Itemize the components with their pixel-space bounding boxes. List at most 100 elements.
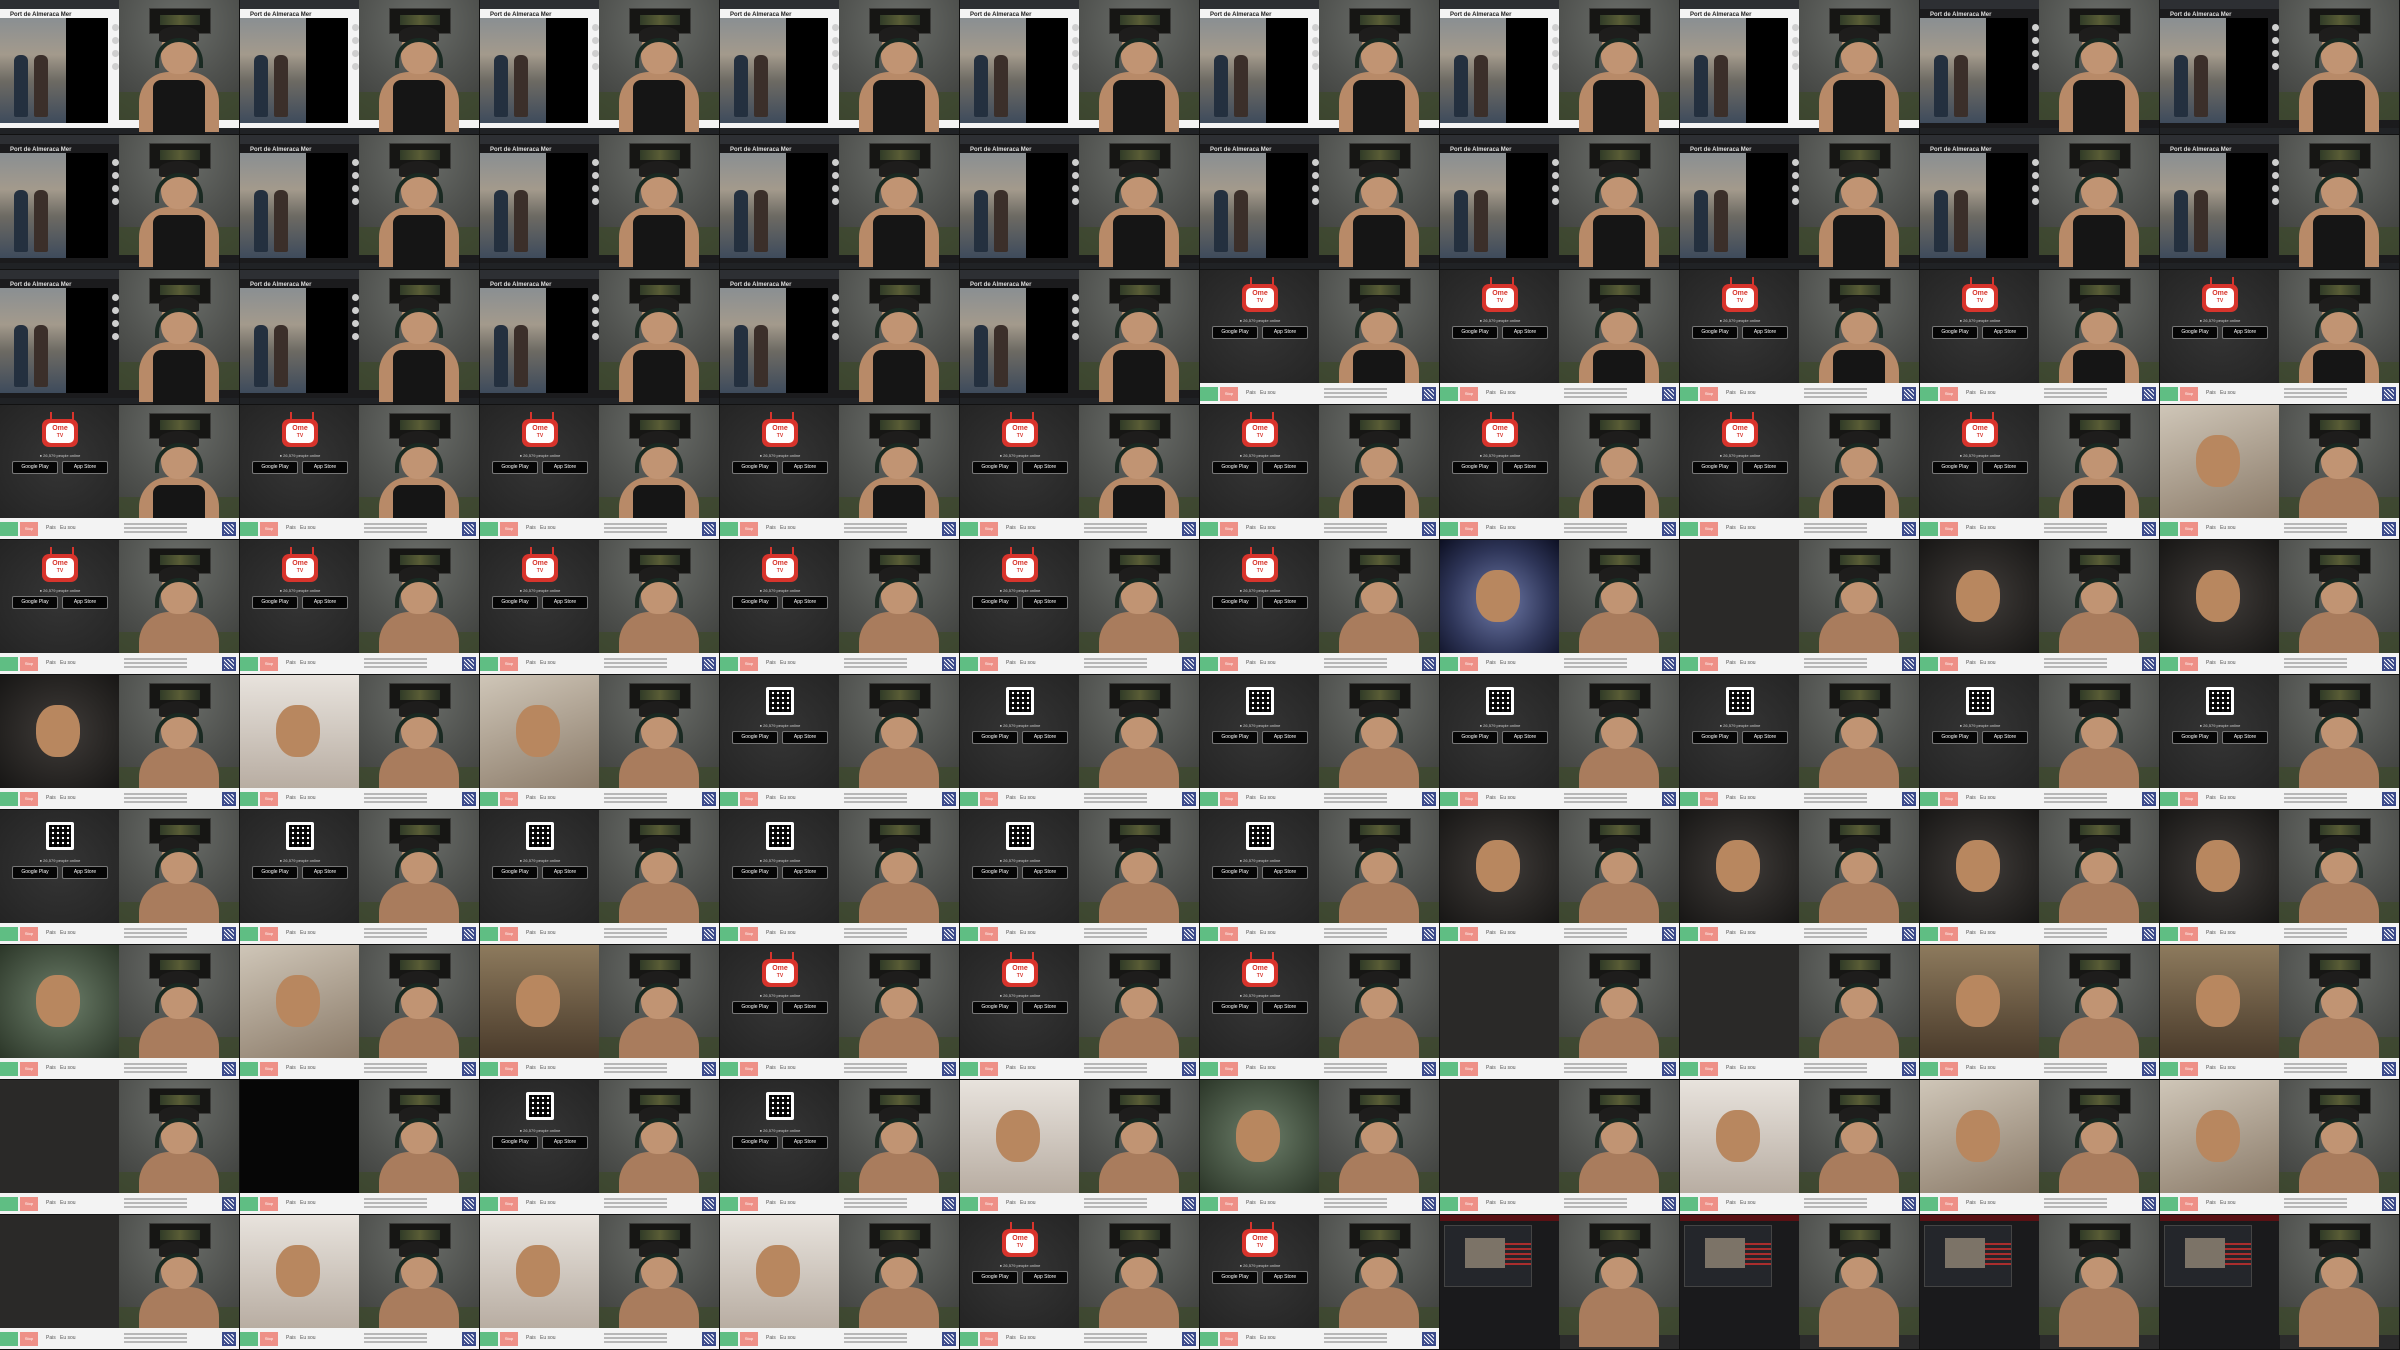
gender-select[interactable]: Eu sou	[1500, 930, 1516, 936]
stop-button[interactable]: Stop	[740, 792, 758, 806]
country-select[interactable]: Pais	[46, 1065, 56, 1071]
gender-select[interactable]: Eu sou	[1500, 660, 1516, 666]
gender-select[interactable]: Eu sou	[300, 1200, 316, 1206]
gender-select[interactable]: Eu sou	[2220, 1200, 2236, 1206]
gender-select[interactable]: Eu sou	[1500, 1200, 1516, 1206]
gender-select[interactable]: Eu sou	[60, 795, 76, 801]
start-button[interactable]	[720, 522, 738, 536]
app-store-badge[interactable]: App Store	[542, 1136, 588, 1149]
comment-icon[interactable]	[832, 172, 839, 179]
share-icon[interactable]	[1552, 50, 1559, 57]
gender-select[interactable]: Eu sou	[540, 1200, 556, 1206]
gender-select[interactable]: Eu sou	[2220, 390, 2236, 396]
start-button[interactable]	[1920, 657, 1938, 671]
like-icon[interactable]	[2032, 24, 2039, 31]
country-select[interactable]: Pais	[1726, 795, 1736, 801]
video-player[interactable]	[0, 288, 108, 393]
like-icon[interactable]	[592, 24, 599, 31]
start-button[interactable]	[240, 1197, 258, 1211]
stop-button[interactable]: Stop	[1220, 1332, 1238, 1346]
share-icon[interactable]	[352, 185, 359, 192]
video-player[interactable]	[1920, 153, 2028, 258]
share-icon[interactable]	[1072, 185, 1079, 192]
like-icon[interactable]	[832, 294, 839, 301]
app-store-badge[interactable]: App Store	[62, 461, 108, 474]
comment-icon[interactable]	[2032, 172, 2039, 179]
bookmark-icon[interactable]	[1792, 63, 1799, 70]
share-icon[interactable]	[2272, 185, 2279, 192]
gender-select[interactable]: Eu sou	[1020, 930, 1036, 936]
stop-button[interactable]: Stop	[1940, 387, 1958, 401]
video-player[interactable]	[720, 288, 828, 393]
comment-icon[interactable]	[2032, 37, 2039, 44]
gender-select[interactable]: Eu sou	[540, 795, 556, 801]
start-button[interactable]	[1920, 792, 1938, 806]
video-player[interactable]	[1440, 153, 1548, 258]
stop-button[interactable]: Stop	[1220, 387, 1238, 401]
gender-select[interactable]: Eu sou	[540, 1065, 556, 1071]
stop-button[interactable]: Stop	[260, 927, 278, 941]
share-icon[interactable]	[112, 50, 119, 57]
start-button[interactable]	[240, 657, 258, 671]
stop-button[interactable]: Stop	[980, 1197, 998, 1211]
start-button[interactable]	[240, 1062, 258, 1076]
like-icon[interactable]	[112, 24, 119, 31]
app-store-badge[interactable]: App Store	[1262, 1271, 1308, 1284]
start-button[interactable]	[1680, 522, 1698, 536]
app-store-badge[interactable]: App Store	[1262, 866, 1308, 879]
comment-icon[interactable]	[592, 172, 599, 179]
country-select[interactable]: Pais	[1486, 660, 1496, 666]
share-icon[interactable]	[112, 320, 119, 327]
google-play-badge[interactable]: Google Play	[732, 731, 778, 744]
bookmark-icon[interactable]	[2272, 63, 2279, 70]
share-icon[interactable]	[1072, 50, 1079, 57]
country-select[interactable]: Pais	[2206, 1200, 2216, 1206]
stop-button[interactable]: Stop	[1700, 927, 1718, 941]
country-select[interactable]: Pais	[1246, 1335, 1256, 1341]
share-icon[interactable]	[832, 50, 839, 57]
gender-select[interactable]: Eu sou	[1740, 660, 1756, 666]
gender-select[interactable]: Eu sou	[60, 660, 76, 666]
start-button[interactable]	[2160, 792, 2178, 806]
stop-button[interactable]: Stop	[2180, 927, 2198, 941]
country-select[interactable]: Pais	[1486, 525, 1496, 531]
gender-select[interactable]: Eu sou	[2220, 525, 2236, 531]
start-button[interactable]	[480, 1332, 498, 1346]
start-button[interactable]	[1440, 387, 1458, 401]
app-store-badge[interactable]: App Store	[1022, 596, 1068, 609]
share-icon[interactable]	[2272, 50, 2279, 57]
country-select[interactable]: Pais	[1246, 1065, 1256, 1071]
country-select[interactable]: Pais	[286, 930, 296, 936]
bookmark-icon[interactable]	[352, 333, 359, 340]
stop-button[interactable]: Stop	[980, 792, 998, 806]
app-store-badge[interactable]: App Store	[542, 461, 588, 474]
gender-select[interactable]: Eu sou	[1980, 390, 1996, 396]
start-button[interactable]	[1920, 522, 1938, 536]
stop-button[interactable]: Stop	[2180, 792, 2198, 806]
stop-button[interactable]: Stop	[980, 927, 998, 941]
google-play-badge[interactable]: Google Play	[1452, 731, 1498, 744]
country-select[interactable]: Pais	[2206, 660, 2216, 666]
start-button[interactable]	[960, 1062, 978, 1076]
gender-select[interactable]: Eu sou	[1500, 390, 1516, 396]
country-select[interactable]: Pais	[1966, 795, 1976, 801]
start-button[interactable]	[480, 1197, 498, 1211]
google-play-badge[interactable]: Google Play	[1452, 461, 1498, 474]
start-button[interactable]	[1680, 1062, 1698, 1076]
gender-select[interactable]: Eu sou	[1740, 1065, 1756, 1071]
comment-icon[interactable]	[352, 307, 359, 314]
start-button[interactable]	[480, 792, 498, 806]
stop-button[interactable]: Stop	[740, 1332, 758, 1346]
start-button[interactable]	[2160, 657, 2178, 671]
share-icon[interactable]	[112, 185, 119, 192]
like-icon[interactable]	[1792, 159, 1799, 166]
app-store-badge[interactable]: App Store	[1022, 1271, 1068, 1284]
app-store-badge[interactable]: App Store	[1022, 461, 1068, 474]
comment-icon[interactable]	[112, 172, 119, 179]
google-play-badge[interactable]: Google Play	[2172, 731, 2218, 744]
app-store-badge[interactable]: App Store	[1262, 596, 1308, 609]
bookmark-icon[interactable]	[352, 63, 359, 70]
start-button[interactable]	[0, 927, 18, 941]
stop-button[interactable]: Stop	[1460, 1197, 1478, 1211]
google-play-badge[interactable]: Google Play	[1212, 596, 1258, 609]
